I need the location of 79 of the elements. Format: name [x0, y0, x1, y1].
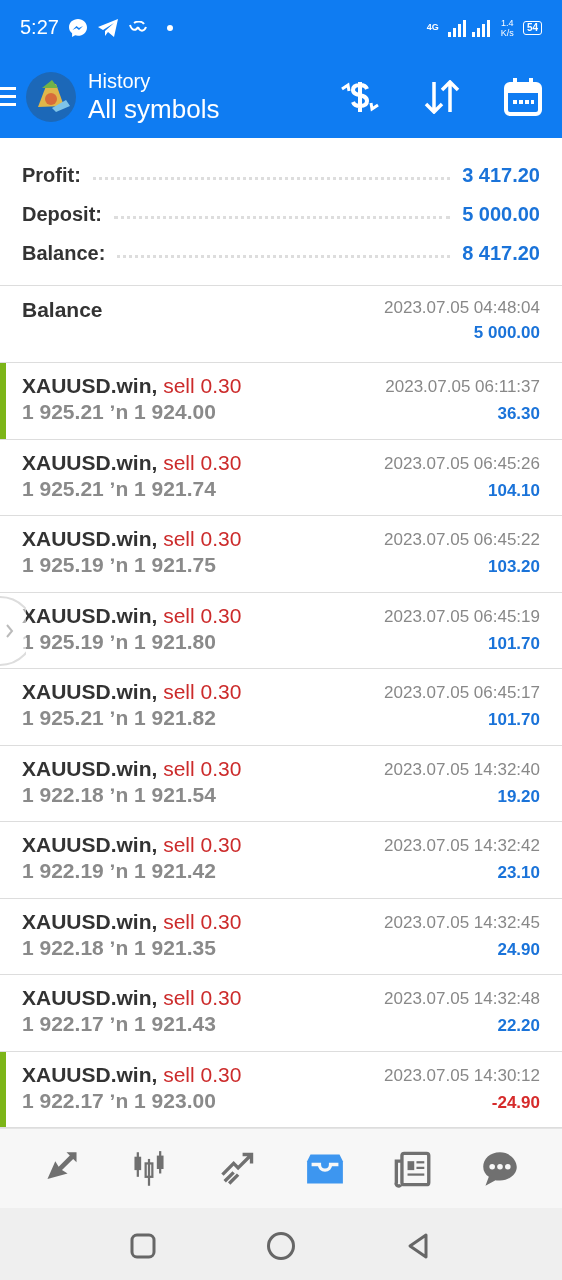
deal-symbol: XAUUSD.win,: [22, 680, 158, 703]
deal-prices: 1 922.18 ʼn 1 921.54: [22, 782, 217, 807]
summary-label: Profit:: [22, 164, 81, 187]
deal-volume: sell 0.30: [163, 527, 242, 550]
deal-time: 2023.07.05 06:45:19: [384, 606, 540, 627]
newspaper-icon[interactable]: [392, 1149, 433, 1188]
deal-amount: 5 000.00: [473, 323, 540, 343]
deal-symbol: XAUUSD.win,: [22, 374, 158, 397]
deal-prices: 1 925.21 ʼn 1 921.74: [22, 476, 217, 501]
recents-button[interactable]: [130, 1232, 156, 1259]
telegram-icon: [96, 17, 119, 38]
deal-time: 2023.07.05 14:32:42: [384, 836, 540, 856]
screen-title: History: [88, 68, 152, 93]
summary-label: Balance:: [22, 242, 106, 265]
deal-profit: 101.70: [488, 633, 540, 654]
sort-icon[interactable]: [424, 79, 460, 114]
deal-profit: 22.20: [497, 1016, 540, 1036]
home-button[interactable]: [266, 1230, 296, 1261]
calendar-icon[interactable]: [504, 77, 542, 116]
deal-time: 2023.07.05 14:30:12: [384, 1065, 540, 1086]
deal-type: Balance: [22, 298, 103, 323]
menu-icon[interactable]: [0, 84, 16, 109]
deal-volume: sell 0.30: [163, 986, 242, 1009]
dot-icon: [166, 24, 173, 31]
deal-volume: sell 0.30: [163, 833, 242, 856]
deal-prices: 1 925.21 ʼn 1 924.00: [22, 400, 217, 424]
deal-profit: 104.10: [488, 480, 540, 501]
deal-volume: sell 0.30: [163, 680, 242, 703]
deal-volume: sell 0.30: [163, 909, 242, 933]
deal-prices: 1 925.21 ʼn 1 921.82: [22, 706, 217, 730]
deal-symbol: XAUUSD.win,: [22, 450, 158, 474]
deal-time: 2023.07.05 14:32:45: [384, 912, 540, 933]
deal-prices: 1 925.19 ʼn 1 921.75: [22, 553, 217, 577]
deal-time: 2023.07.05 06:11:37: [385, 377, 540, 397]
network-type: 4G: [426, 23, 439, 32]
deal-symbol: XAUUSD.win,: [22, 833, 158, 856]
deal-prices: 1 925.19 ʼn 1 921.80: [22, 629, 217, 654]
screen-subtitle[interactable]: All symbols: [88, 92, 296, 125]
summary-value: 8 417.20: [462, 242, 540, 265]
deal-profit: 36.30: [497, 404, 540, 424]
deal-symbol: XAUUSD.win,: [22, 527, 158, 550]
deal-volume: sell 0.30: [163, 603, 242, 627]
deal-volume: sell 0.30: [163, 374, 242, 397]
deal-time: 2023.07.05 14:32:40: [384, 759, 540, 780]
deal-symbol: XAUUSD.win,: [22, 1062, 158, 1086]
app-logo: [26, 71, 76, 122]
battery-level: 54: [522, 20, 542, 35]
speed-value: 1.4: [501, 17, 514, 28]
deal-symbol: XAUUSD.win,: [22, 986, 158, 1009]
deal-symbol: XAUUSD.win,: [22, 603, 158, 627]
deal-profit: 24.90: [497, 939, 540, 960]
summary-value: 5 000.00: [462, 203, 540, 226]
deal-time: 2023.07.05 06:45:26: [384, 453, 540, 474]
messenger-icon: [67, 17, 88, 38]
summary-value: 3 417.20: [462, 164, 540, 187]
back-button[interactable]: [406, 1231, 430, 1260]
deal-time: 2023.07.05 04:48:04: [384, 298, 540, 318]
speed-unit: K/s: [500, 27, 514, 38]
deal-volume: sell 0.30: [163, 1062, 242, 1086]
deal-prices: 1 922.17 ʼn 1 923.00: [22, 1088, 217, 1113]
summary-label: Deposit:: [22, 203, 102, 226]
deal-profit: 101.70: [488, 710, 540, 730]
signal-icon: [447, 18, 492, 37]
deal-profit: 19.20: [497, 786, 540, 807]
deal-prices: 1 922.19 ʼn 1 921.42: [22, 859, 217, 883]
deal-profit: -24.90: [491, 1092, 540, 1113]
deal-time: 2023.07.05 06:45:22: [384, 530, 540, 550]
clock: 5:27: [20, 16, 59, 39]
deal-volume: sell 0.30: [163, 756, 242, 780]
deal-prices: 1 922.17 ʼn 1 921.43: [22, 1012, 217, 1036]
deal-profit: 23.10: [497, 863, 540, 883]
deal-symbol: XAUUSD.win,: [22, 909, 158, 933]
deal-time: 2023.07.05 14:32:48: [384, 989, 540, 1009]
deal-time: 2023.07.05 06:45:17: [384, 683, 540, 703]
deal-prices: 1 922.18 ʼn 1 921.35: [22, 935, 217, 960]
deal-symbol: XAUUSD.win,: [22, 756, 158, 780]
deal-profit: 103.20: [488, 557, 540, 577]
deal-volume: sell 0.30: [163, 450, 242, 474]
notification-icon: [127, 20, 150, 35]
